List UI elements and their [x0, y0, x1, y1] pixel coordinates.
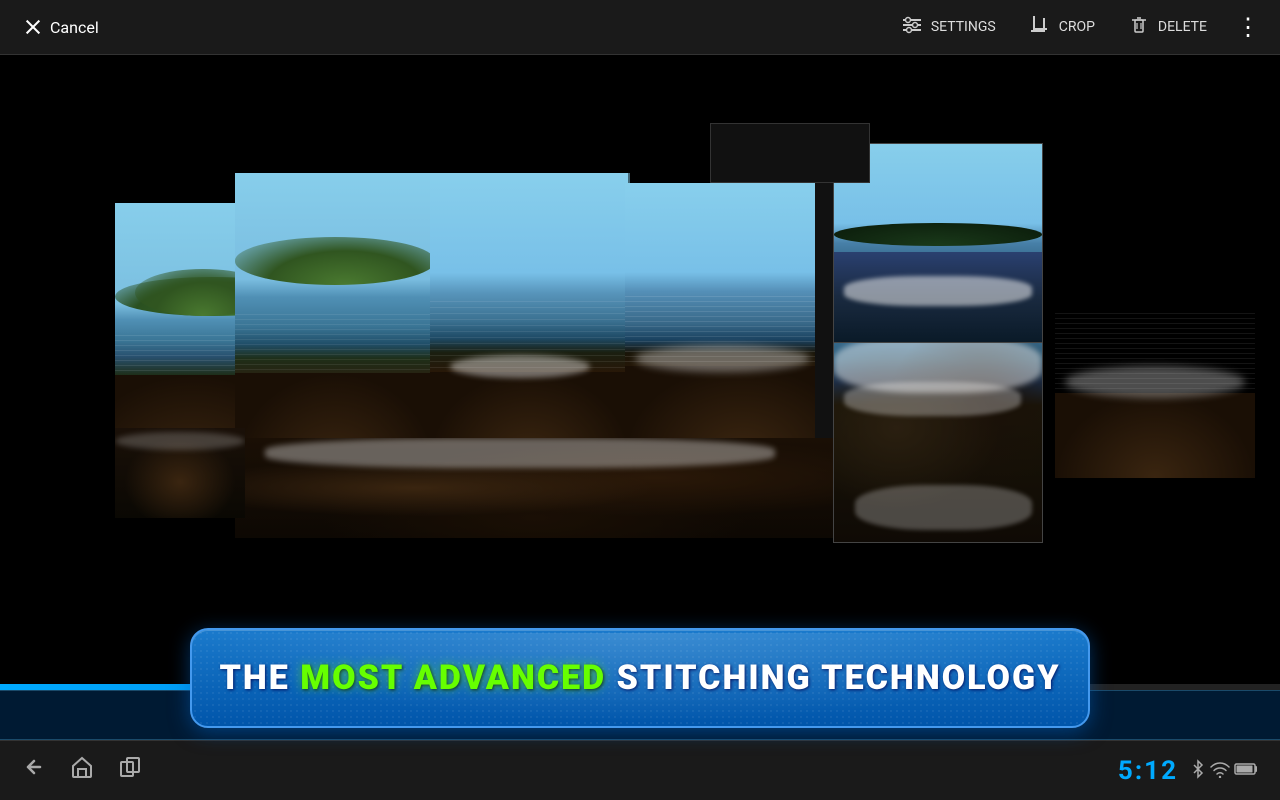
wifi-icon	[1210, 760, 1230, 782]
nav-left	[20, 753, 144, 788]
nav-right: 5:12	[1118, 756, 1260, 786]
promo-text: THE MOST ADVANCED STITCHING TECHNOLOGY	[219, 658, 1060, 698]
battery-icon	[1234, 761, 1260, 781]
top-bar: Cancel SETTINGS	[0, 0, 1280, 55]
promo-banner: THE MOST ADVANCED STITCHING TECHNOLOGY	[190, 628, 1090, 728]
photo-panel-3	[430, 173, 630, 458]
promo-text-the: THE	[219, 658, 300, 698]
home-button[interactable]	[68, 753, 96, 788]
dark-sky-gap	[710, 123, 870, 183]
photo-panel-2	[235, 173, 435, 468]
bottom-nav: 5:12	[0, 740, 1280, 800]
status-icons	[1190, 759, 1260, 783]
delete-button[interactable]: DELETE	[1114, 8, 1221, 47]
top-actions: SETTINGS CROP DELETE	[887, 7, 1270, 47]
trash-icon	[1128, 14, 1150, 41]
rocks-bottom-1	[235, 438, 835, 538]
promo-text-highlight: MOST ADVANCED	[300, 658, 606, 698]
settings-icon	[901, 14, 923, 41]
rocks-bottom-2	[115, 428, 245, 518]
photo-panel-4	[625, 183, 820, 453]
promo-text-stitching: STITCHING TECHNOLOGY	[606, 658, 1060, 698]
delete-label: DELETE	[1158, 19, 1207, 35]
photo-panel-8	[833, 313, 1043, 543]
bluetooth-icon	[1190, 759, 1206, 783]
clock-display: 5:12	[1118, 756, 1178, 786]
more-options-button[interactable]: ⋮	[1226, 7, 1270, 47]
close-icon	[24, 18, 42, 36]
photo-area	[0, 55, 1280, 630]
back-button[interactable]	[20, 753, 48, 788]
cancel-label: Cancel	[50, 18, 99, 37]
more-icon: ⋮	[1236, 13, 1260, 41]
recents-button[interactable]	[116, 753, 144, 788]
settings-label: SETTINGS	[931, 19, 996, 35]
crop-icon	[1029, 14, 1051, 41]
crop-label: CROP	[1059, 19, 1095, 35]
cancel-button[interactable]: Cancel	[10, 10, 113, 45]
photo-panel-9	[1055, 213, 1255, 478]
settings-button[interactable]: SETTINGS	[887, 8, 1010, 47]
crop-button[interactable]: CROP	[1015, 8, 1109, 47]
stitch-container	[115, 173, 1165, 513]
